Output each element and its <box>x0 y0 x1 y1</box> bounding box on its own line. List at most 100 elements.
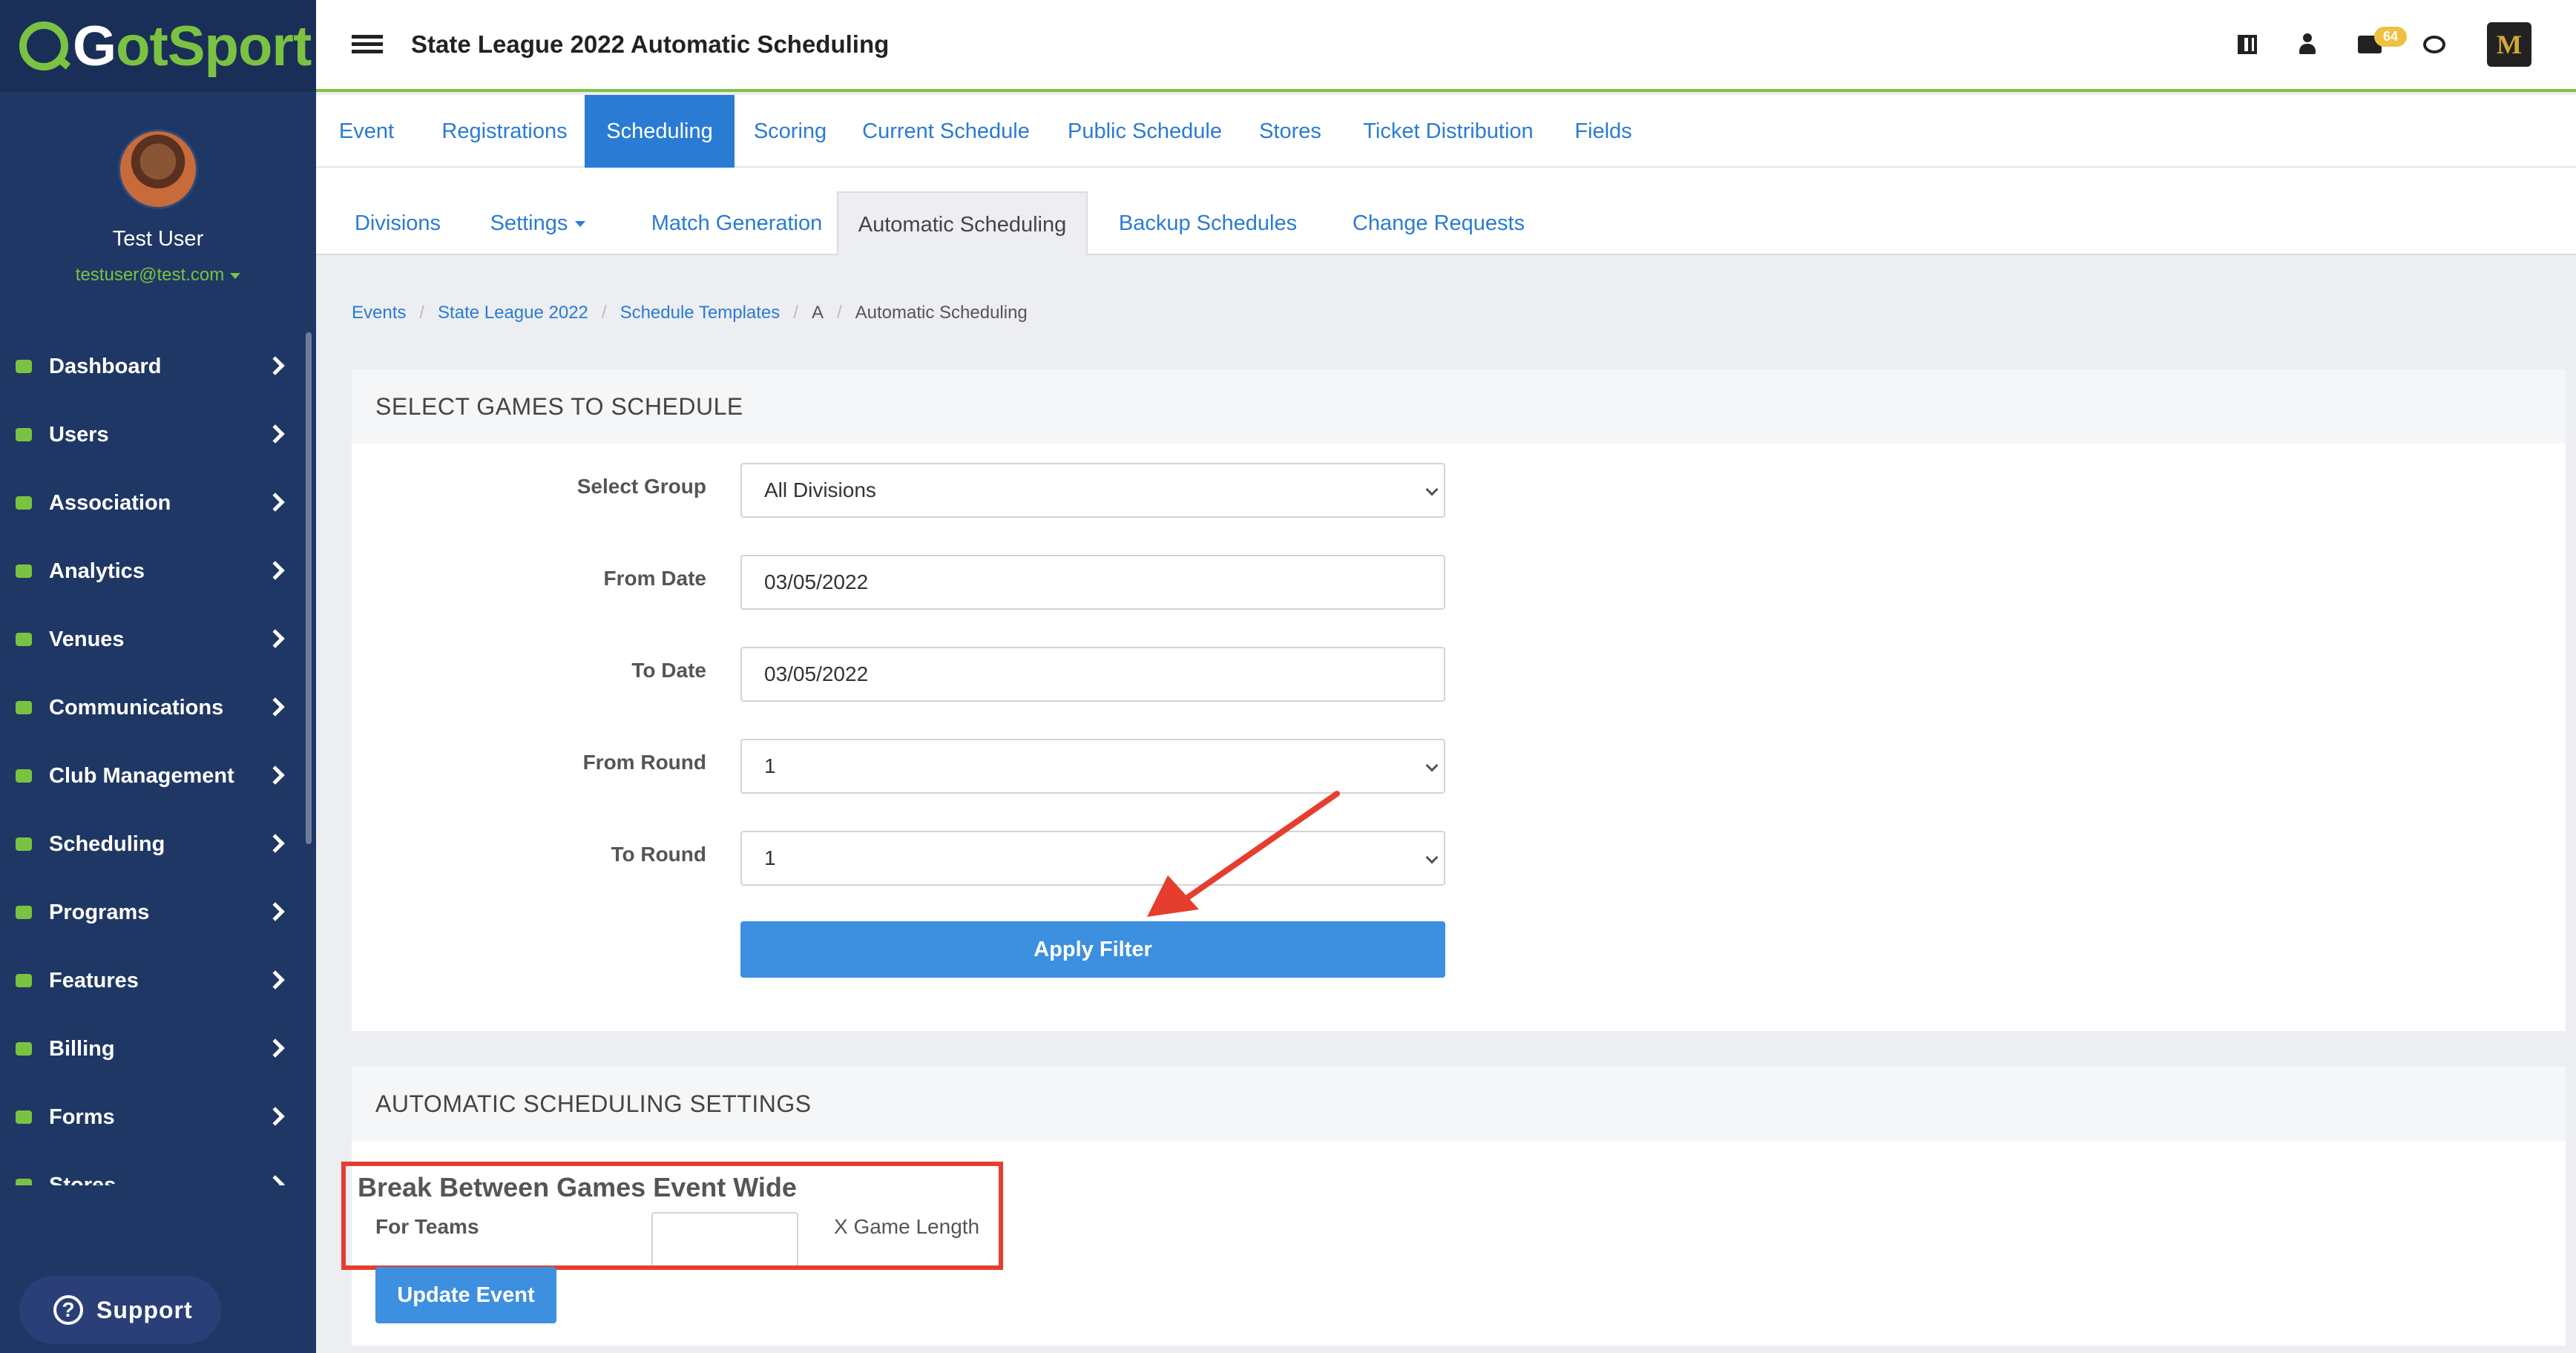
organization-logo[interactable]: M <box>2487 22 2531 67</box>
chevron-right-icon <box>266 1038 285 1058</box>
select-group-dropdown[interactable]: All Divisions <box>740 463 1445 518</box>
tab-scoring[interactable]: Scoring <box>736 95 844 168</box>
forms-icon <box>13 1108 34 1126</box>
chat-icon[interactable] <box>2423 36 2445 53</box>
scheduling-icon <box>13 835 34 853</box>
tab-fields[interactable]: Fields <box>1558 95 1649 168</box>
chevron-right-icon <box>266 1175 285 1185</box>
from-round-label: From Round <box>582 751 706 774</box>
sidebar-item-features[interactable]: Features <box>0 947 304 1015</box>
help-icon: ? <box>53 1295 83 1325</box>
breadcrumb-template-a: A <box>811 303 824 323</box>
tab-stores[interactable]: Stores <box>1242 95 1338 168</box>
to-date-input[interactable]: 03/05/2022 <box>740 647 1445 702</box>
logo-bar: GotSport <box>0 0 316 92</box>
chevron-right-icon <box>266 561 285 580</box>
sidebar-item-users[interactable]: Users <box>0 401 304 469</box>
auto-settings-heading: AUTOMATIC SCHEDULING SETTINGS <box>352 1067 2566 1141</box>
breadcrumb: Events / State League 2022/ Schedule Temp… <box>352 303 1028 323</box>
mail-count-badge: 64 <box>2374 27 2408 47</box>
main-tabs: Event Registrations Scheduling Scoring C… <box>316 95 2576 168</box>
sidebar-nav: Dashboard Users Association Analytics Ve… <box>0 332 304 1185</box>
gotsport-logo[interactable]: GotSport <box>73 14 312 79</box>
stores-icon <box>13 1176 34 1185</box>
sub-tabs: Divisions Settings Match Generation Auto… <box>316 168 2576 255</box>
avatar[interactable] <box>118 129 198 209</box>
from-date-input[interactable]: 03/05/2022 <box>740 555 1445 610</box>
support-button[interactable]: ? Support <box>19 1276 221 1344</box>
breadcrumb-state-league[interactable]: State League 2022 <box>438 303 588 323</box>
chevron-right-icon <box>266 902 285 921</box>
chevron-right-icon <box>266 1107 285 1126</box>
tab-event[interactable]: Event <box>316 95 417 168</box>
user-email-dropdown[interactable]: testuser@test.com <box>0 265 316 286</box>
chevron-right-icon <box>266 766 285 785</box>
top-header: State League 2022 Automatic Scheduling 6… <box>316 0 2576 92</box>
club-management-icon <box>13 767 34 785</box>
select-games-heading: SELECT GAMES TO SCHEDULE <box>352 369 2566 444</box>
gotsport-logo-icon <box>19 22 68 70</box>
from-date-label: From Date <box>603 567 706 590</box>
breadcrumb-current: Automatic Scheduling <box>855 303 1028 323</box>
page-title: State League 2022 Automatic Scheduling <box>411 30 890 58</box>
sidebar-item-scheduling[interactable]: Scheduling <box>0 810 304 878</box>
chevron-right-icon <box>266 629 285 648</box>
chevron-right-icon <box>266 970 285 990</box>
chevron-down-icon <box>1425 759 1439 772</box>
chevron-right-icon <box>266 356 285 375</box>
sidebar: GotSport Test User testuser@test.com Das… <box>0 0 316 1353</box>
subtab-settings[interactable]: Settings <box>469 191 607 255</box>
sidebar-item-billing[interactable]: Billing <box>0 1015 304 1083</box>
venues-icon <box>13 631 34 648</box>
annotation-arrow-icon <box>1147 791 1340 917</box>
users-icon <box>13 426 34 444</box>
sidebar-item-venues[interactable]: Venues <box>0 605 304 674</box>
menu-icon[interactable] <box>352 35 383 54</box>
sidebar-item-communications[interactable]: Communications <box>0 674 304 742</box>
chevron-down-icon <box>1425 483 1439 496</box>
sidebar-item-forms[interactable]: Forms <box>0 1083 304 1151</box>
subtab-automatic-scheduling[interactable]: Automatic Scheduling <box>837 191 1088 255</box>
breadcrumb-events[interactable]: Events <box>352 303 406 323</box>
header-actions: 64 M <box>2196 22 2531 67</box>
from-round-dropdown[interactable]: 1 <box>740 739 1445 794</box>
to-round-label: To Round <box>611 843 706 866</box>
user-icon[interactable] <box>2299 33 2316 56</box>
subtab-match-generation[interactable]: Match Generation <box>625 191 849 255</box>
sidebar-item-dashboard[interactable]: Dashboard <box>0 332 304 401</box>
user-profile: Test User testuser@test.com <box>0 92 316 286</box>
chevron-right-icon <box>266 697 285 717</box>
caret-down-icon <box>575 221 586 228</box>
sidebar-item-stores[interactable]: Stores <box>0 1151 304 1185</box>
analytics-icon <box>13 562 34 580</box>
subtab-divisions[interactable]: Divisions <box>341 191 454 255</box>
to-date-label: To Date <box>631 659 706 682</box>
sidebar-item-club-management[interactable]: Club Management <box>0 742 304 810</box>
annotation-highlight-box <box>341 1162 1003 1270</box>
update-event-button[interactable]: Update Event <box>375 1267 556 1323</box>
chevron-right-icon <box>266 493 285 512</box>
tab-public-schedule[interactable]: Public Schedule <box>1048 95 1242 168</box>
sidebar-item-programs[interactable]: Programs <box>0 878 304 947</box>
tab-scheduling[interactable]: Scheduling <box>585 95 735 168</box>
communications-icon <box>13 699 34 717</box>
subtab-change-requests[interactable]: Change Requests <box>1334 191 1543 255</box>
sidebar-item-association[interactable]: Association <box>0 469 304 537</box>
select-group-label: Select Group <box>576 475 706 498</box>
tab-registrations[interactable]: Registrations <box>417 95 592 168</box>
subtab-backup-schedules[interactable]: Backup Schedules <box>1098 191 1318 255</box>
chevron-right-icon <box>266 424 285 444</box>
qr-code-icon[interactable] <box>2238 35 2257 54</box>
tab-current-schedule[interactable]: Current Schedule <box>844 95 1048 168</box>
sidebar-scrollbar[interactable] <box>306 332 312 844</box>
breadcrumb-schedule-templates[interactable]: Schedule Templates <box>620 303 781 323</box>
programs-icon <box>13 903 34 921</box>
tab-ticket-distribution[interactable]: Ticket Distribution <box>1338 95 1558 168</box>
chevron-right-icon <box>266 834 285 853</box>
mail-icon[interactable]: 64 <box>2358 27 2408 53</box>
user-name: Test User <box>112 227 204 251</box>
select-games-panel: SELECT GAMES TO SCHEDULE <box>352 369 2566 1031</box>
billing-icon <box>13 1040 34 1058</box>
sidebar-item-analytics[interactable]: Analytics <box>0 537 304 605</box>
association-icon <box>13 494 34 512</box>
